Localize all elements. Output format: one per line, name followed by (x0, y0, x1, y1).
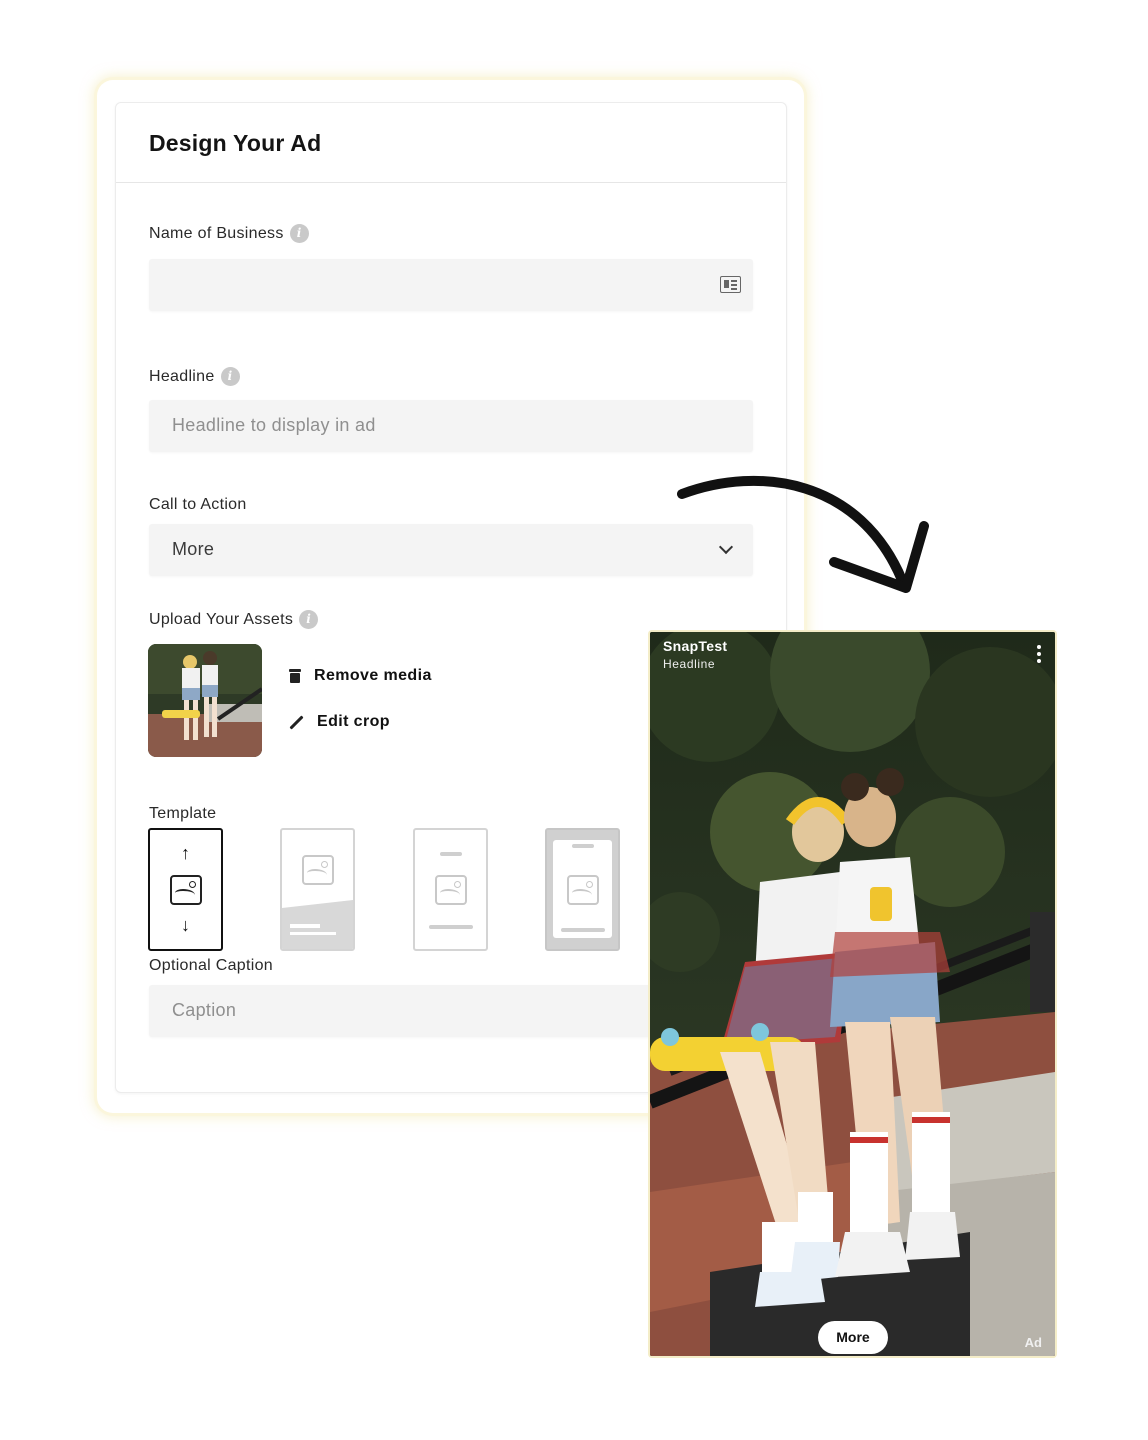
image-icon (567, 875, 599, 905)
upload-label: Upload Your Assets i (149, 610, 319, 629)
trash-icon (289, 669, 301, 683)
cta-label: Call to Action (149, 496, 247, 514)
template-bar (572, 844, 594, 848)
template-option-framed[interactable] (545, 828, 620, 951)
template-bar (440, 852, 462, 856)
uploaded-media-thumbnail[interactable] (148, 644, 262, 757)
template-bar (429, 925, 473, 929)
preview-cta-button[interactable]: More (818, 1321, 888, 1354)
remove-media-label: Remove media (314, 667, 432, 684)
info-icon[interactable]: i (289, 224, 309, 243)
preview-brand-name: SnapTest (663, 638, 728, 654)
cta-selected-value: More (172, 539, 215, 559)
headline-placeholder: Headline to display in ad (172, 415, 376, 435)
caption-label: Optional Caption (149, 957, 273, 975)
business-label: Name of Business i (149, 224, 309, 243)
template-option-fullscreen[interactable]: ↑ ↓ (148, 828, 223, 951)
page-title: Design Your Ad (149, 130, 322, 156)
headline-input[interactable]: Headline to display in ad (149, 400, 753, 452)
card-header: Design Your Ad (116, 103, 786, 183)
business-name-input[interactable] (149, 259, 753, 311)
template-label: Template (149, 805, 216, 823)
cta-label-text: Call to Action (149, 496, 247, 513)
image-icon (170, 875, 202, 905)
curved-arrow-icon (677, 475, 929, 593)
pencil-icon (289, 715, 304, 730)
remove-media-button[interactable]: Remove media (289, 667, 432, 685)
caption-label-text: Optional Caption (149, 957, 273, 974)
edit-crop-button[interactable]: Edit crop (289, 713, 390, 731)
caption-placeholder: Caption (172, 1000, 237, 1020)
arrow-up-icon: ↑ (181, 843, 190, 863)
cta-select[interactable]: More (149, 524, 753, 576)
ad-preview: SnapTest Headline More Ad (650, 632, 1055, 1356)
business-label-text: Name of Business (149, 224, 284, 242)
preview-headline: Headline (663, 657, 716, 671)
template-option-bottom-card[interactable] (280, 828, 355, 951)
contact-card-icon[interactable] (720, 276, 741, 293)
info-icon[interactable]: i (299, 610, 319, 629)
ad-tag: Ad (1024, 1335, 1042, 1350)
edit-crop-label: Edit crop (317, 713, 390, 730)
preview-photo (650, 632, 1055, 1356)
kebab-menu-icon[interactable] (1037, 645, 1041, 663)
headline-label-text: Headline (149, 367, 215, 385)
template-option-centered[interactable] (413, 828, 488, 951)
headline-label: Headline i (149, 367, 240, 386)
template-bar (561, 928, 605, 932)
arrow-down-icon: ↓ (181, 915, 190, 935)
info-icon[interactable]: i (220, 367, 240, 386)
template-label-text: Template (149, 805, 217, 822)
image-icon (435, 875, 467, 905)
upload-label-text: Upload Your Assets (149, 610, 294, 628)
